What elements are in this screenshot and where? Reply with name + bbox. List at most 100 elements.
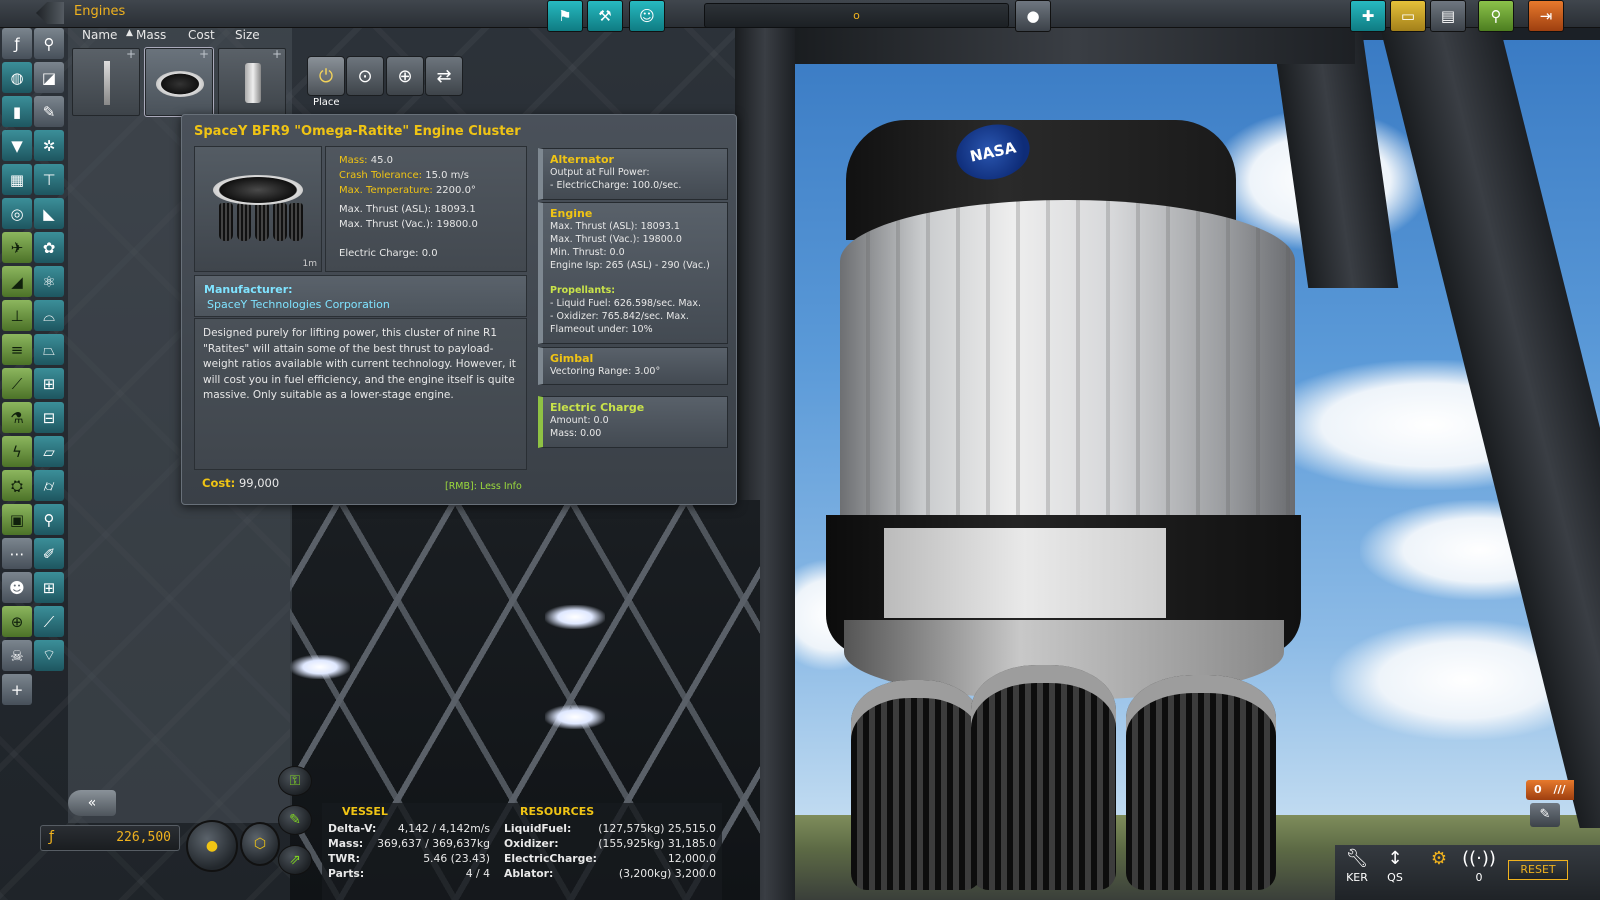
part-tile-selected[interactable]: + xyxy=(144,47,214,117)
cost-label: Cost: xyxy=(202,476,236,490)
staging-icon[interactable]: ✎ xyxy=(278,805,312,835)
sort-by-cost[interactable]: Cost xyxy=(188,28,215,42)
pods-category-icon[interactable]: ◍ xyxy=(2,62,32,93)
launch-button[interactable]: ⚲ xyxy=(1478,0,1514,32)
vessel-value: 369,637 / 369,637kg xyxy=(377,837,490,850)
stat-row: Electric Charge: 0.0 xyxy=(339,248,438,259)
vessel-value: 4 / 4 xyxy=(465,867,490,880)
back-arrow-icon[interactable] xyxy=(36,2,64,24)
load-craft-button[interactable]: ▭ xyxy=(1390,0,1426,32)
engine-cluster-image xyxy=(213,175,303,245)
offset-tool-button[interactable]: ⊙ xyxy=(346,56,384,96)
place-tool-button[interactable]: ⏻ xyxy=(307,56,345,96)
wrench-tools-button[interactable]: ⚒ xyxy=(587,0,623,32)
vessel-label: Parts: xyxy=(328,867,365,880)
engine-cluster-icon xyxy=(156,71,204,97)
probe-icon[interactable]: ⚲ xyxy=(34,504,64,535)
crew-count-value: 0 xyxy=(1534,783,1542,796)
stat-row: Max. Thrust (ASL): 18093.1 xyxy=(339,204,476,215)
exit-button[interactable]: ⇥ xyxy=(1528,0,1564,32)
engines-category-icon[interactable]: ▼ xyxy=(2,130,32,161)
control-category-icon[interactable]: ▦ xyxy=(2,164,32,195)
agency-flag-button[interactable]: ⚑ xyxy=(547,0,583,32)
agency-logo-button[interactable]: ● xyxy=(1015,0,1051,32)
add-category-icon[interactable]: + xyxy=(2,674,32,705)
part-preview: 1m xyxy=(194,146,322,272)
atom-icon[interactable]: ⚛ xyxy=(34,266,64,297)
utility-category-icon[interactable]: ⛭ xyxy=(2,470,32,501)
aero-category-icon[interactable]: ✈ xyxy=(2,232,32,263)
cargo-category-icon[interactable]: ▣ xyxy=(2,504,32,535)
cluster-icon[interactable]: ✿ xyxy=(34,232,64,263)
tube-icon[interactable]: ⌭ xyxy=(34,470,64,501)
modular-category-icon[interactable]: ⋯ xyxy=(2,538,32,569)
sort-by-mass[interactable]: Mass xyxy=(136,28,166,42)
crew-transfer-icon[interactable]: ⇗ xyxy=(278,845,312,875)
ladder-category-icon[interactable]: ≡ xyxy=(2,334,32,365)
quicksave-button[interactable]: ↕ QS xyxy=(1376,847,1414,887)
brush-icon[interactable]: ✐ xyxy=(34,538,64,569)
fin-icon[interactable]: ◣ xyxy=(34,198,64,229)
ship-name-field[interactable]: o xyxy=(704,3,1009,28)
fuel-category-icon[interactable]: ▮ xyxy=(2,96,32,127)
strut-category-icon[interactable]: ⟋ xyxy=(2,368,32,399)
satellite-icon[interactable]: ✲ xyxy=(34,130,64,161)
angle-snap-button[interactable]: ⬡ xyxy=(240,822,280,866)
rocket-engine-cluster[interactable]: NASA xyxy=(826,117,1301,890)
crew-count-badge[interactable]: 0 /// xyxy=(1526,780,1574,800)
reroot-tool-button[interactable]: ⇄ xyxy=(425,56,463,96)
science-category-icon[interactable]: ⚗ xyxy=(2,402,32,433)
ker-button[interactable]: 🔧︎ KER xyxy=(1338,847,1376,887)
pin-icon[interactable]: ⚲ xyxy=(34,28,64,59)
vessel-label: Mass: xyxy=(328,837,364,850)
sort-by-size[interactable]: Size xyxy=(235,28,260,42)
launch-clamp-icon[interactable]: ⊥ xyxy=(2,300,32,331)
part-tile[interactable]: + xyxy=(218,47,286,116)
symmetry-button[interactable]: ● xyxy=(186,820,238,872)
filter-function-icon[interactable]: ƒ xyxy=(2,28,32,59)
signal-icon: ((·)) xyxy=(1462,848,1496,869)
stat-row: Crash Tolerance: 15.0 m/s xyxy=(339,170,469,181)
electrical-category-icon[interactable]: ϟ xyxy=(2,436,32,467)
squad-category-icon[interactable]: ☻ xyxy=(2,572,32,603)
new-craft-button[interactable]: ✚ xyxy=(1350,0,1386,32)
sort-arrow-icon: ▲ xyxy=(126,28,133,38)
wing-category-icon[interactable]: ◢ xyxy=(2,266,32,297)
dish-icon[interactable]: ⌔ xyxy=(34,640,64,671)
hangar-light xyxy=(290,655,350,679)
beam-icon[interactable]: ▱ xyxy=(34,436,64,467)
part-stats: Mass: 45.0 Crash Tolerance: 15.0 m/s Max… xyxy=(325,146,527,272)
crew-button[interactable]: ☺ xyxy=(629,0,665,32)
reset-button[interactable]: RESET xyxy=(1508,860,1568,880)
manufacturer-label: Manufacturer: xyxy=(204,283,293,296)
stat-row: Max. Temperature: 2200.0° xyxy=(339,185,476,196)
grid-icon[interactable]: ⊞ xyxy=(34,572,64,603)
dome-icon[interactable]: ⌓ xyxy=(34,300,64,331)
mod-category-icon[interactable]: ☠ xyxy=(2,640,32,671)
part-tile[interactable]: + xyxy=(72,47,140,116)
ruler-icon[interactable]: ⟋ xyxy=(34,606,64,637)
edit-icon[interactable]: ✎ xyxy=(1530,803,1560,827)
signal-button[interactable]: ((·)) 0 xyxy=(1460,847,1498,887)
lock-icon[interactable]: ⚿ xyxy=(278,766,312,796)
robotics-category-icon[interactable]: ⊕ xyxy=(2,606,32,637)
settings-button[interactable]: ⚙ xyxy=(1420,847,1458,887)
rocket-fuel-tank xyxy=(840,200,1295,540)
truss-icon[interactable]: ⊞ xyxy=(34,368,64,399)
antenna-icon[interactable]: ⊤ xyxy=(34,164,64,195)
top-bar: Engines ⚑ ⚒ ☺ o ● ✚ ▭ ▤ ⚲ ⇥ xyxy=(0,0,1600,32)
rotate-tool-button[interactable]: ⊕ xyxy=(386,56,424,96)
funds-value: 226,500 xyxy=(116,830,171,845)
category-title: Engines xyxy=(74,4,126,19)
module-engine: Engine Max. Thrust (ASL): 18093.1 Max. T… xyxy=(538,202,728,344)
module-icon[interactable]: ◪ xyxy=(34,62,64,93)
pencil-icon[interactable]: ✎ xyxy=(34,96,64,127)
structural-category-icon[interactable]: ◎ xyxy=(2,198,32,229)
bay-icon[interactable]: ⊟ xyxy=(34,402,64,433)
collapse-parts-button[interactable]: « xyxy=(68,790,116,816)
resource-value: (3,200kg) 3,200.0 xyxy=(618,867,716,880)
adapter-icon[interactable]: ⏢ xyxy=(34,334,64,365)
sort-by-name[interactable]: Name xyxy=(82,28,117,42)
save-craft-button[interactable]: ▤ xyxy=(1430,0,1466,32)
place-tool-label: Place xyxy=(313,97,340,108)
